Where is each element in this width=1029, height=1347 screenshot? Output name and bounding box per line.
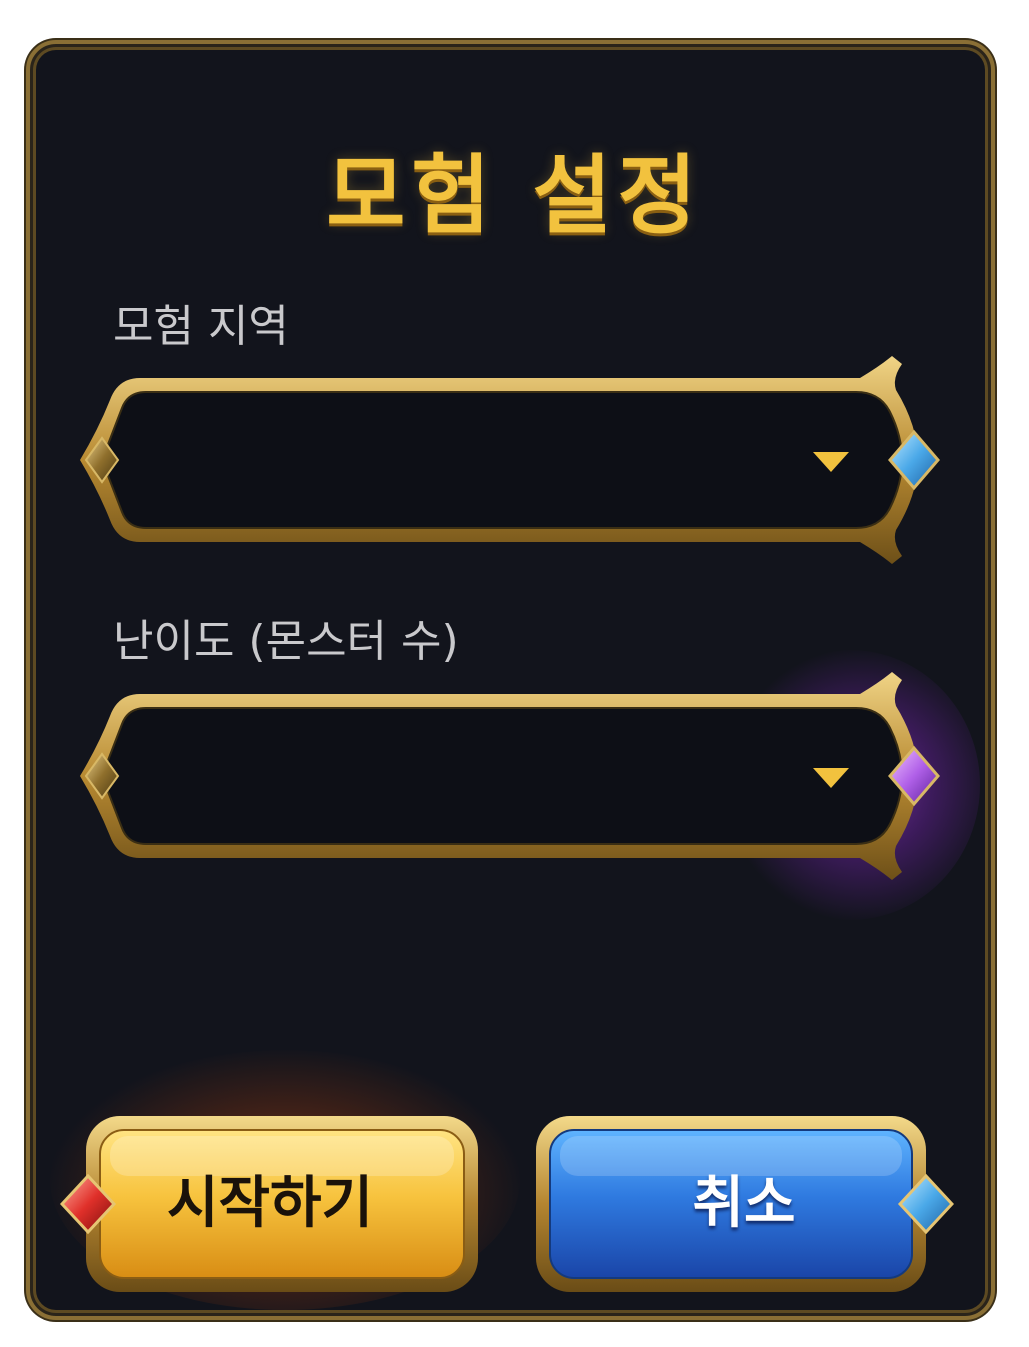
- region-select[interactable]: [80, 356, 946, 564]
- cancel-button[interactable]: 취소: [534, 1112, 954, 1296]
- difficulty-label: 난이도 (몬스터 수): [113, 616, 459, 667]
- dialog-title: 모험 설정: [326, 146, 703, 246]
- region-select-frame: [80, 356, 940, 564]
- start-button-label: 시작하기: [166, 1171, 374, 1236]
- cancel-button-label: 취소: [692, 1171, 796, 1236]
- start-button[interactable]: 시작하기: [60, 1112, 480, 1296]
- region-label: 모험 지역: [113, 301, 289, 352]
- difficulty-select[interactable]: [80, 672, 946, 880]
- difficulty-select-frame: [80, 672, 940, 880]
